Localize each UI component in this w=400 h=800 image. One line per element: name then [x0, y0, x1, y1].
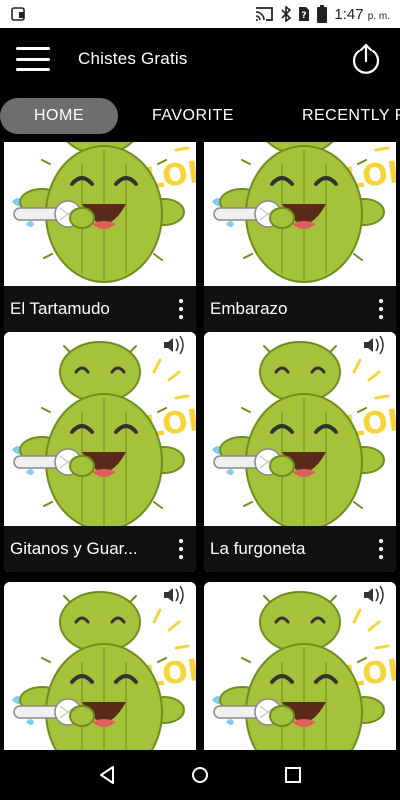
cast-icon	[256, 7, 274, 21]
recents-square-icon[interactable]	[281, 763, 305, 787]
cactus-sticker-image	[204, 582, 396, 750]
card-footer: Gitanos y Guar...	[4, 526, 196, 572]
hamburger-menu-icon[interactable]	[16, 47, 52, 71]
cactus-sticker-image	[204, 332, 396, 532]
more-options-icon[interactable]	[372, 537, 390, 561]
no-sim-icon: ?	[299, 7, 310, 21]
svg-text:?: ?	[302, 11, 307, 21]
cactus-sticker-image	[4, 582, 196, 750]
tab-home[interactable]: HOME	[0, 98, 118, 134]
cactus-sticker-image	[4, 142, 196, 284]
app-bar: Chistes Gratis	[0, 28, 400, 90]
joke-grid: El Tartamudo Embarazo Gitanos y Guar... …	[0, 142, 400, 750]
joke-card[interactable]	[4, 582, 196, 750]
joke-card[interactable]	[204, 582, 396, 750]
bluetooth-icon	[281, 6, 292, 22]
cactus-sticker-image	[4, 332, 196, 532]
notification-app-icon	[11, 7, 25, 21]
tab-recently-played[interactable]: RECENTLY PL	[290, 98, 400, 134]
system-nav-bar	[0, 750, 400, 800]
battery-icon	[317, 5, 328, 23]
card-footer: La furgoneta	[204, 526, 396, 572]
joke-card[interactable]: La furgoneta	[204, 332, 396, 572]
tab-favorite[interactable]: FAVORITE	[140, 98, 246, 134]
tab-bar: HOME FAVORITE RECENTLY PL	[0, 90, 400, 142]
joke-title: La furgoneta	[210, 539, 306, 558]
clock: 1:47 p. m.	[334, 5, 390, 23]
back-triangle-icon[interactable]	[95, 763, 119, 787]
joke-card[interactable]: Gitanos y Guar...	[4, 332, 196, 572]
joke-card[interactable]: El Tartamudo	[4, 142, 196, 332]
more-options-icon[interactable]	[172, 297, 190, 321]
cactus-sticker-image	[204, 142, 396, 284]
power-exit-icon[interactable]	[348, 41, 384, 77]
joke-card[interactable]: Embarazo	[204, 142, 396, 332]
status-bar: ? 1:47 p. m.	[0, 0, 400, 28]
card-footer: El Tartamudo	[4, 286, 196, 332]
joke-title: Embarazo	[210, 299, 288, 318]
joke-title: El Tartamudo	[10, 299, 110, 318]
home-circle-icon[interactable]	[188, 763, 212, 787]
card-footer: Embarazo	[204, 286, 396, 332]
more-options-icon[interactable]	[372, 297, 390, 321]
joke-title: Gitanos y Guar...	[10, 539, 138, 558]
app-title: Chistes Gratis	[78, 49, 188, 68]
more-options-icon[interactable]	[172, 537, 190, 561]
